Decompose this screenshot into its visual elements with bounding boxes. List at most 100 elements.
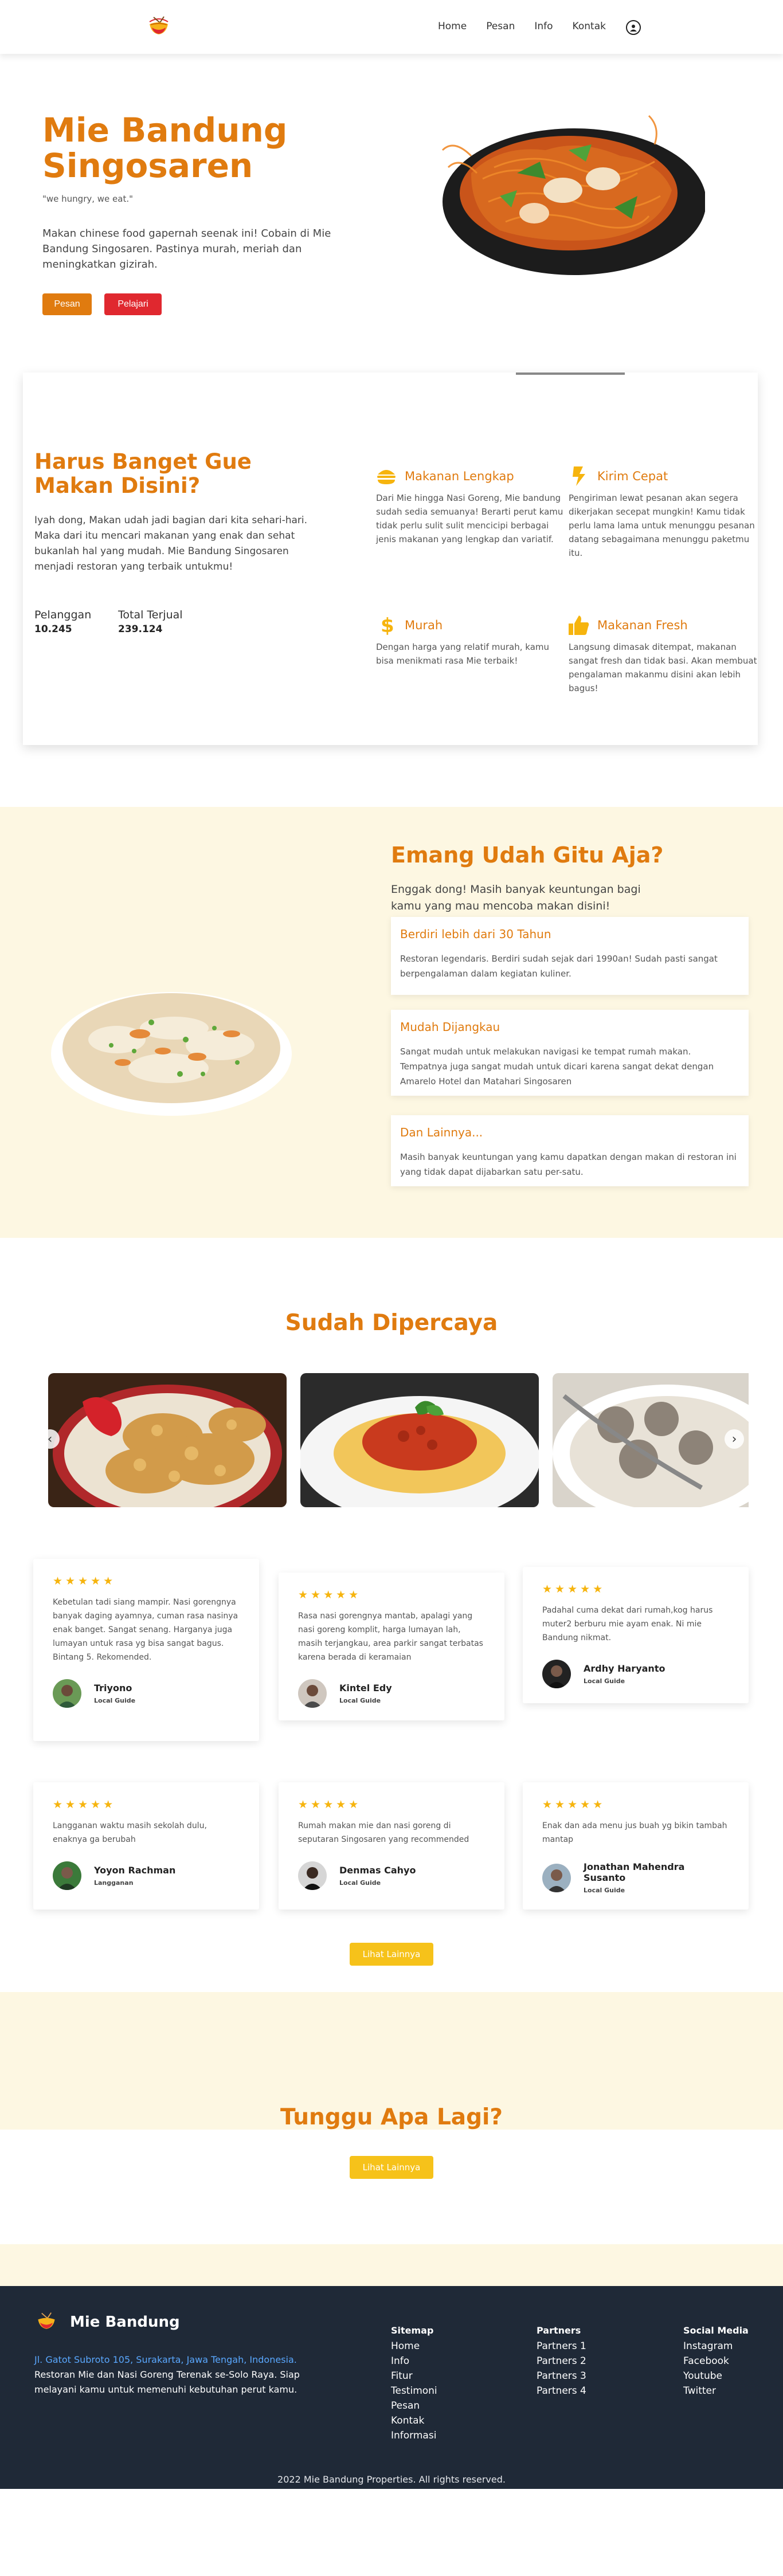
thumbs-up-icon xyxy=(569,615,589,636)
footer-link[interactable]: Kontak xyxy=(391,2416,437,2426)
review-card: ★★★★★ Padahal cuma dekat dari rumah,kog … xyxy=(523,1567,749,1703)
reviewer-name: Yoyon Rachman xyxy=(94,1865,176,1876)
cta-more-button[interactable]: Lihat Lainnya xyxy=(350,2156,433,2179)
review-text: Kebetulan tadi siang mampir. Nasi goreng… xyxy=(53,1598,238,1662)
lightning-icon xyxy=(569,466,589,487)
hero-description: Makan chinese food gapernah seenak ini! … xyxy=(42,228,331,270)
stat-value: 10.245 xyxy=(34,624,72,635)
review-card: ★★★★★ Langganan waktu masih sekolah dulu… xyxy=(33,1782,259,1910)
footer-sitemap-column: Sitemap Home Info Fitur Testimoni Pesan … xyxy=(391,2325,437,2441)
stat-label: Pelanggan xyxy=(34,609,92,621)
feature-makanan-fresh: Makanan Fresh Langsung dimasak ditempat,… xyxy=(569,615,758,695)
footer-column-heading: Sitemap xyxy=(391,2325,434,2336)
learn-more-button[interactable]: Pelajari xyxy=(104,293,162,315)
nav-kontak[interactable]: Kontak xyxy=(573,21,606,32)
fried-noodle-dish-image xyxy=(441,115,705,275)
rating-stars: ★★★★★ xyxy=(298,1589,362,1601)
reviewer-role: Local Guide xyxy=(339,1697,381,1704)
reviewer-name: Triyono xyxy=(94,1683,132,1693)
testimonials-title: Sudah Dipercaya xyxy=(285,1310,498,1336)
feature-text: Pengiriman lewat pesanan akan segera dik… xyxy=(569,493,755,558)
why-heading: Harus Banget Gue Makan Disini? xyxy=(34,449,252,498)
reviewer-avatar xyxy=(298,1679,327,1708)
advantage-title: Mudah Dijangkau xyxy=(400,1020,500,1034)
noodle-bowl-logo-icon[interactable] xyxy=(146,14,172,40)
cta-title: Tunggu Apa Lagi? xyxy=(280,2104,503,2130)
carousel-slide-spaghetti xyxy=(300,1373,539,1507)
footer-link[interactable]: Partners 2 xyxy=(537,2357,586,2366)
feature-text: Langsung dimasak ditempat, makanan sanga… xyxy=(569,642,757,693)
advantages-lead: Enggak dong! Masih banyak keuntungan bag… xyxy=(391,883,641,912)
reviewer-role: Local Guide xyxy=(339,1879,381,1887)
footer-partners-column: Partners Partners 1 Partners 2 Partners … xyxy=(537,2325,586,2396)
rating-stars: ★★★★★ xyxy=(53,1798,116,1811)
review-card: ★★★★★ Enak dan ada menu jus buah yg biki… xyxy=(523,1782,749,1910)
footer-link[interactable]: Testimoni xyxy=(391,2386,437,2396)
footer-link[interactable]: Facebook xyxy=(683,2357,749,2366)
rating-stars: ★★★★★ xyxy=(542,1583,606,1595)
advantages-section: Emang Udah Gitu Aja? Enggak dong! Masih … xyxy=(0,807,783,1238)
carousel-next-button[interactable]: › xyxy=(725,1429,744,1449)
footer-column-heading: Partners xyxy=(537,2325,581,2336)
footer-link[interactable]: Youtube xyxy=(683,2371,749,2381)
reviewer-avatar xyxy=(542,1863,571,1892)
carousel-slide-fried-chicken xyxy=(48,1373,287,1507)
footer-link[interactable]: Partners 4 xyxy=(537,2386,586,2396)
more-reviews-button[interactable]: Lihat Lainnya xyxy=(350,1943,433,1966)
reviewer-role: Langganan xyxy=(94,1879,134,1887)
rating-stars: ★★★★★ xyxy=(542,1798,606,1811)
advantages-title: Emang Udah Gitu Aja? xyxy=(391,842,664,868)
stat-customers: Pelanggan 10.245 xyxy=(34,609,91,635)
feature-title: Makanan Fresh xyxy=(597,618,688,632)
order-button[interactable]: Pesan xyxy=(42,293,92,315)
food-carousel[interactable] xyxy=(48,1373,749,1507)
footer-link[interactable]: Partners 3 xyxy=(537,2371,586,2381)
review-card: ★★★★★ Kebetulan tadi siang mampir. Nasi … xyxy=(33,1559,259,1741)
advantage-title: Dan Lainnya... xyxy=(400,1126,483,1139)
footer-link[interactable]: Info xyxy=(391,2357,437,2366)
chevron-right-icon: › xyxy=(731,1432,737,1446)
footer-link[interactable]: Pesan xyxy=(391,2401,437,2411)
feature-title: Makanan Lengkap xyxy=(405,469,514,483)
footer-link[interactable]: Fitur xyxy=(391,2371,437,2381)
cta-section: Tunggu Apa Lagi? Lihat Lainnya xyxy=(0,1992,783,2286)
review-text: Padahal cuma dekat dari rumah,kog harus … xyxy=(542,1606,713,1642)
carousel-prev-button[interactable]: ‹ xyxy=(40,1429,60,1449)
footer-brand[interactable]: Mie Bandung xyxy=(34,2310,180,2334)
rating-stars: ★★★★★ xyxy=(53,1575,116,1587)
footer-column-heading: Social Media xyxy=(683,2325,749,2336)
footer: Mie Bandung Jl. Gatot Subroto 105, Surak… xyxy=(0,2286,783,2489)
review-text: Enak dan ada menu jus buah yg bikin tamb… xyxy=(542,1821,727,1844)
feature-makanan-lengkap: Makanan Lengkap Dari Mie hingga Nasi Gor… xyxy=(376,466,565,546)
user-icon xyxy=(630,25,637,32)
user-account-button[interactable] xyxy=(626,20,641,35)
review-card: ★★★★★ Rasa nasi gorengnya mantab, apalag… xyxy=(279,1573,504,1720)
carousel-slide-meatballs xyxy=(553,1373,749,1507)
feature-text: Dari Mie hingga Nasi Goreng, Mie bandung… xyxy=(376,493,563,544)
reviewer-avatar xyxy=(542,1660,571,1688)
footer-link[interactable]: Home xyxy=(391,2342,437,2351)
nav-pesan[interactable]: Pesan xyxy=(486,21,515,32)
footer-link[interactable]: Informasi xyxy=(391,2431,437,2441)
reviewer-avatar xyxy=(53,1679,81,1708)
advantage-text: Restoran legendaris. Berdiri sudah sejak… xyxy=(400,954,718,979)
reviewer-name: Jonathan Mahendra Susanto xyxy=(584,1861,685,1883)
nav-home[interactable]: Home xyxy=(438,21,467,32)
cta-background-bottom xyxy=(0,2244,783,2286)
footer-link[interactable]: Instagram xyxy=(683,2342,749,2351)
nav-info[interactable]: Info xyxy=(534,21,553,32)
hero-slogan: "we hungry, we eat." xyxy=(42,194,134,204)
noodle-bowl-logo-icon xyxy=(38,2312,55,2329)
why-eat-here-card: Harus Banget Gue Makan Disini? Iyah dong… xyxy=(23,373,758,745)
hero-section: Mie Bandung Singosaren "we hungry, we ea… xyxy=(0,54,783,373)
navbar: Home Pesan Info Kontak xyxy=(0,0,783,54)
footer-link[interactable]: Twitter xyxy=(683,2386,749,2396)
reviewer-role: Local Guide xyxy=(584,1677,625,1685)
card-top-accent xyxy=(516,373,625,375)
footer-link[interactable]: Partners 1 xyxy=(537,2342,586,2351)
stat-total-sold: Total Terjual 239.124 xyxy=(118,609,183,635)
review-text: Rumah makan mie dan nasi goreng di seput… xyxy=(298,1821,469,1844)
fried-rice-dish-image xyxy=(51,992,292,1116)
footer-address[interactable]: Jl. Gatot Subroto 105, Surakarta, Jawa T… xyxy=(34,2352,344,2367)
reviewer-role: Local Guide xyxy=(584,1887,625,1894)
